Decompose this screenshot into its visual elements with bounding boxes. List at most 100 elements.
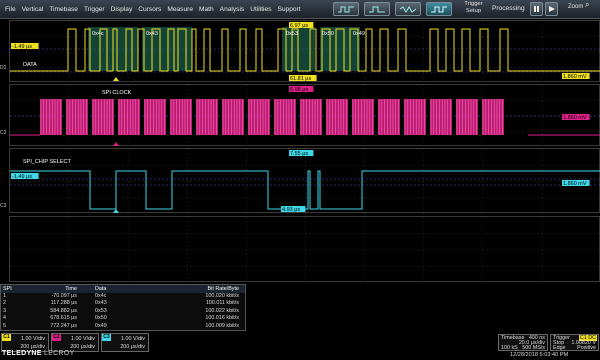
channel-marker-c3: C3 xyxy=(0,203,7,209)
column-header-time: Time xyxy=(65,286,77,292)
clock-burst xyxy=(40,99,62,135)
table-row[interactable]: 3 584.882 μs 0x53 100.022 kbit/s xyxy=(1,308,245,315)
menu-analysis[interactable]: Analysis xyxy=(217,0,248,19)
volts-per-div: 1.00 V/div xyxy=(21,336,45,342)
menu-timebase[interactable]: Timebase xyxy=(46,0,81,19)
trigger-slope: Positive xyxy=(577,345,596,351)
menu-support[interactable]: Support xyxy=(274,0,303,19)
row-data: 0x43 xyxy=(95,300,107,307)
table-header: SPI Time Data Bit Rate/Byte xyxy=(1,285,245,293)
timebase-rate: 500 MS/s xyxy=(522,345,545,351)
volts-per-div: 1.00 V/div xyxy=(71,336,95,342)
toolbar-button-2[interactable] xyxy=(364,2,390,16)
column-header-data: Data xyxy=(95,286,107,292)
menu-display[interactable]: Display xyxy=(108,0,136,19)
play-icon xyxy=(549,6,555,12)
menu-cursors[interactable]: Cursors xyxy=(135,0,164,19)
cursor-top: 7.55 μs xyxy=(290,151,308,157)
volts-per-div: 1.00 V/div xyxy=(121,336,145,342)
grid-data[interactable]: DATA -1.49 μs 1.860 mV 6.97 μs 61.81 μs 0x4c 0… xyxy=(9,20,600,83)
row-bitrate: 100.020 kbit/s xyxy=(205,293,239,299)
trigger-marker xyxy=(113,77,119,81)
trace-label: SPI_CHIP SELECT xyxy=(23,159,72,165)
column-header-bitrate: Bit Rate/Byte xyxy=(207,286,239,292)
row-bitrate: 100.011 kbit/s xyxy=(205,300,239,307)
clock-burst xyxy=(300,99,322,135)
table-row[interactable]: 1 -70.097 μs 0x4c 100.020 kbit/s xyxy=(1,293,245,300)
clock-burst xyxy=(222,99,244,135)
trigger-type: Edge xyxy=(553,345,566,351)
waveform-icon xyxy=(338,6,354,13)
clock-burst xyxy=(170,99,192,135)
spi-decode-table: SPI Time Data Bit Rate/Byte 1 -70.097 μs… xyxy=(0,284,246,331)
trigger-setup-button[interactable]: Trigger Setup xyxy=(457,1,490,17)
trigger-panel[interactable]: Trigger C1 DC Stop 1.00820 V Edge Positi… xyxy=(550,334,599,351)
menu-trigger[interactable]: Trigger xyxy=(81,0,108,19)
run-stop-button[interactable] xyxy=(530,2,543,16)
table-row[interactable]: 2 117.288 μs 0x43 100.011 kbit/s xyxy=(1,300,245,307)
menu-utilities[interactable]: Utilities xyxy=(247,0,274,19)
grid-empty[interactable] xyxy=(9,216,600,283)
zoom-icon[interactable]: ⌕ xyxy=(585,0,589,10)
clock-burst xyxy=(274,99,296,135)
clock-burst xyxy=(66,99,88,135)
decode-label: 0x49 xyxy=(353,31,365,37)
trace-label: DATA xyxy=(23,62,37,68)
menu-items: File Vertical Timebase Trigger Display C… xyxy=(2,0,304,19)
table-row[interactable]: 4 678.615 μs 0x50 100.016 kbit/s xyxy=(1,315,245,322)
row-index: 1 xyxy=(3,293,6,299)
brand-sub: LECROY xyxy=(44,350,75,357)
clock-burst xyxy=(378,99,400,135)
row-time: 584.882 μs xyxy=(50,307,77,314)
menu-vertical[interactable]: Vertical xyxy=(19,0,47,19)
clock-burst xyxy=(482,99,504,135)
row-data: 0x49 xyxy=(95,322,107,329)
waveform-icon xyxy=(399,6,417,13)
clock-burst xyxy=(144,99,166,135)
cursor-top: 6.98 μs xyxy=(290,87,308,93)
clock-burst xyxy=(352,99,374,135)
row-index: 5 xyxy=(3,322,6,329)
toolbar-button-3[interactable] xyxy=(395,2,421,16)
clock-burst xyxy=(196,99,218,135)
row-index: 4 xyxy=(3,315,6,322)
decode-label: 0x53 xyxy=(286,31,298,37)
brand-logo: TELEDYNE LECROY xyxy=(2,350,75,357)
clock-burst xyxy=(92,99,114,135)
channel-tag: C2 xyxy=(52,334,61,341)
menu-math[interactable]: Math xyxy=(196,0,217,19)
single-button[interactable] xyxy=(545,2,558,16)
row-bitrate: 100.016 kbit/s xyxy=(205,315,239,322)
decode-label: 0x4c xyxy=(92,31,104,37)
menu-measure[interactable]: Measure xyxy=(164,0,196,19)
clock-burst xyxy=(404,99,426,135)
clock-burst xyxy=(326,99,348,135)
decode-label: 0x50 xyxy=(322,31,334,37)
row-time: -70.097 μs xyxy=(51,293,77,299)
channel-marker-d1: D1 xyxy=(0,65,7,71)
processing-button[interactable]: Processing xyxy=(492,5,525,12)
timebase-panel[interactable]: Timebase 400 ns 20.0 μs/div 100 kS 500 M… xyxy=(498,334,548,351)
channel-tag: C1 xyxy=(2,334,11,341)
channel-descriptor-c3[interactable]: C3 1.00 V/div 200 μs/div xyxy=(101,333,149,352)
table-title: SPI xyxy=(3,286,12,292)
row-time: 678.615 μs xyxy=(50,315,77,322)
toolbar-button-4[interactable] xyxy=(426,2,452,16)
time-per-div: 200 μs/div xyxy=(120,344,145,350)
trigger-marker xyxy=(113,142,119,146)
menu-file[interactable]: File xyxy=(2,0,19,19)
grid-chip-select[interactable]: SPI_CHIP SELECT -1.49 μs 1.860 mV 7.55 μs 4.… xyxy=(9,148,600,214)
row-data: 0x53 xyxy=(95,307,107,314)
row-time: 772.247 μs xyxy=(50,322,77,329)
zoom-label[interactable]: Zoom xyxy=(568,4,583,10)
trace-label: SPI CLOCK xyxy=(102,90,132,96)
grid-spi-clock[interactable]: SPI CLOCK 6.98 μs 1.860 mV xyxy=(9,84,600,147)
cursor-bottom: 4.93 μs xyxy=(282,207,300,213)
table-row[interactable]: 5 772.247 μs 0x49 100.009 kbit/s xyxy=(1,323,245,330)
timebase-samples: 100 kS xyxy=(501,345,518,351)
clock-burst xyxy=(248,99,270,135)
row-data: 0x4c xyxy=(95,293,107,299)
clock-burst xyxy=(456,99,478,135)
empty-grid xyxy=(10,217,600,283)
toolbar-button-1[interactable] xyxy=(333,2,359,16)
